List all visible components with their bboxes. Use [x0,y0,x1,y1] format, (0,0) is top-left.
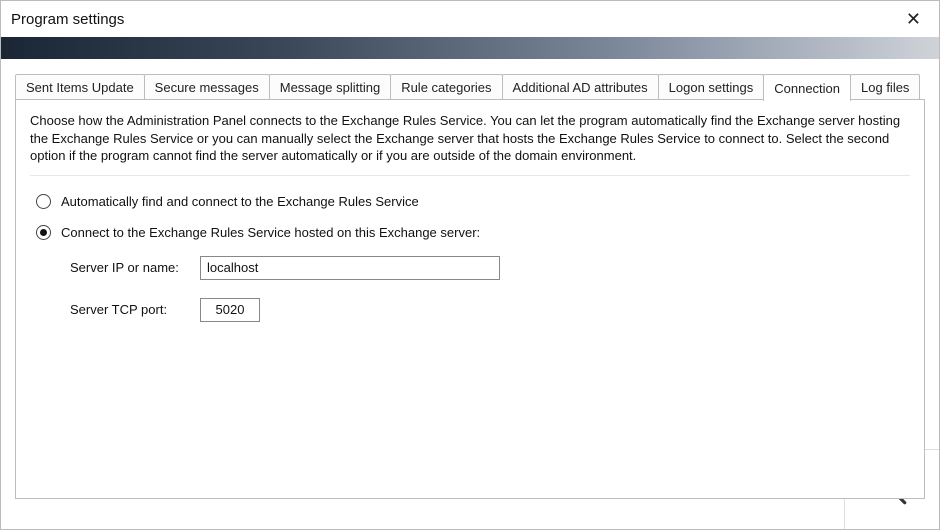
server-port-label: Server TCP port: [70,302,200,317]
divider [30,175,910,176]
tab-sent-items-update[interactable]: Sent Items Update [15,74,145,100]
server-port-row: Server TCP port: [70,298,910,322]
tab-additional-ad-attributes[interactable]: Additional AD attributes [502,74,659,100]
radio-auto[interactable] [36,194,51,209]
tab-connection[interactable]: Connection [763,74,851,101]
tab-strip: Sent Items Update Secure messages Messag… [15,73,925,100]
option-manual-label: Connect to the Exchange Rules Service ho… [61,225,480,240]
window-title: Program settings [11,11,124,28]
server-name-row: Server IP or name: [70,256,910,280]
tab-message-splitting[interactable]: Message splitting [269,74,391,100]
close-icon[interactable]: ✕ [898,6,929,32]
server-port-input[interactable] [200,298,260,322]
server-name-input[interactable] [200,256,500,280]
tab-logon-settings[interactable]: Logon settings [658,74,765,100]
server-name-label: Server IP or name: [70,260,200,275]
content-area: Sent Items Update Secure messages Messag… [1,59,939,499]
manual-fields: Server IP or name: Server TCP port: [70,256,910,322]
option-auto-row[interactable]: Automatically find and connect to the Ex… [36,194,910,209]
radio-manual[interactable] [36,225,51,240]
tab-secure-messages[interactable]: Secure messages [144,74,270,100]
option-manual-row[interactable]: Connect to the Exchange Rules Service ho… [36,225,910,240]
tab-log-files[interactable]: Log files [850,74,920,100]
panel-description: Choose how the Administration Panel conn… [30,112,910,165]
tab-panel-connection: Choose how the Administration Panel conn… [15,99,925,499]
option-auto-label: Automatically find and connect to the Ex… [61,194,419,209]
header-gradient [1,37,939,59]
titlebar: Program settings ✕ [1,1,939,37]
tab-rule-categories[interactable]: Rule categories [390,74,502,100]
